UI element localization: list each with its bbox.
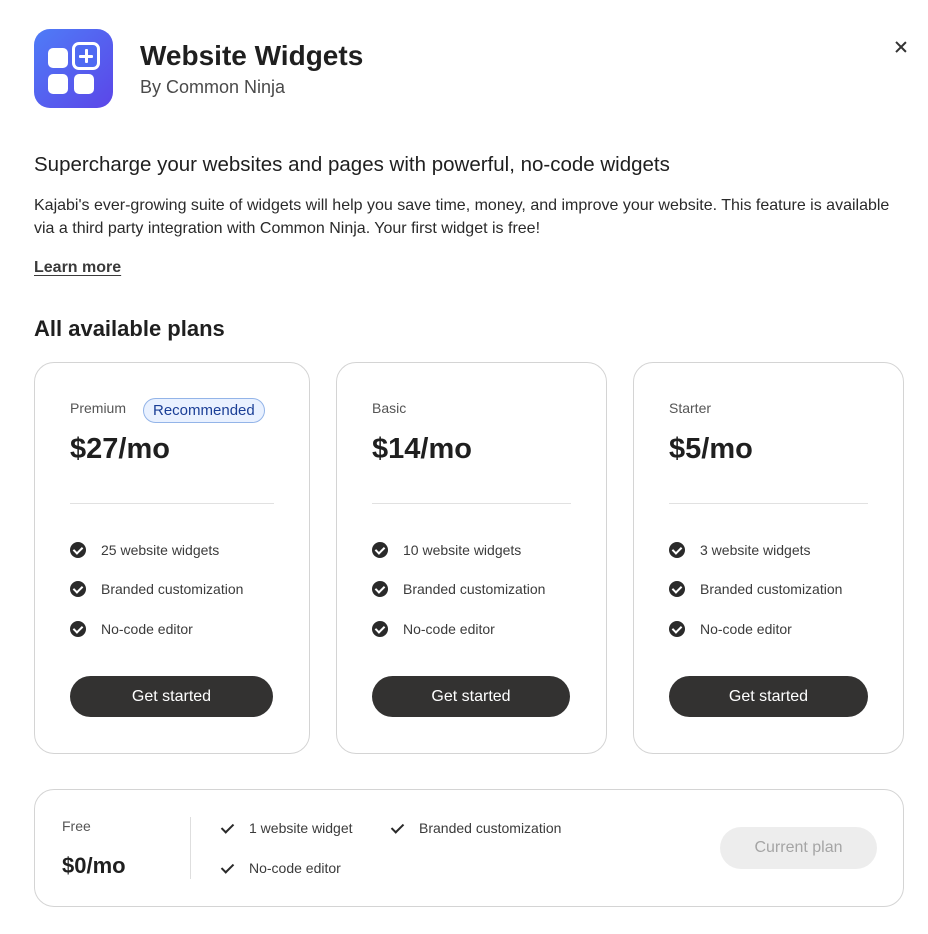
intro-description: Kajabi's ever-growing suite of widgets w… [34,197,890,237]
feature-item: 1 website widget [220,820,353,836]
feature-item: 25 website widgets [70,542,219,558]
feature-label: No-code editor [700,621,792,637]
feature-label: 3 website widgets [700,542,811,558]
recommended-badge: Recommended [143,398,265,423]
get-started-button-premium[interactable]: Get started [70,676,273,717]
check-circle-icon [669,542,685,558]
plan-price: $14/mo [372,433,472,465]
feature-item: Branded customization [70,581,243,597]
feature-label: No-code editor [403,621,495,637]
divider [190,817,191,879]
check-circle-icon [70,621,86,637]
intro-headline: Supercharge your websites and pages with… [34,153,670,176]
get-started-button-starter[interactable]: Get started [669,676,868,717]
feature-label: Branded customization [101,581,244,597]
check-icon [220,861,234,875]
check-circle-icon [372,581,388,597]
app-title: Website Widgets [140,40,364,71]
feature-label: 10 website widgets [403,542,522,558]
feature-item: Branded customization [372,581,545,597]
feature-item: 3 website widgets [669,542,811,558]
feature-label: 1 website widget [249,820,353,836]
check-icon [220,821,234,835]
feature-label: No-code editor [249,860,341,876]
feature-item: 10 website widgets [372,542,521,558]
plan-card-basic: Basic $14/mo 10 website widgets Branded … [336,362,607,754]
feature-item: No-code editor [669,621,792,637]
close-icon[interactable] [890,36,912,58]
feature-label: 25 website widgets [101,542,220,558]
widgets-grid-icon [34,29,113,108]
feature-label: No-code editor [101,621,193,637]
check-circle-icon [70,542,86,558]
feature-item: No-code editor [70,621,193,637]
plan-tier: Starter [669,400,712,416]
plan-price: $0/mo [62,853,126,878]
check-icon [390,821,404,835]
plan-card-premium: Premium Recommended $27/mo 25 website wi… [34,362,310,754]
divider [372,503,571,504]
feature-item: No-code editor [372,621,495,637]
feature-item: No-code editor [220,860,341,876]
divider [669,503,868,504]
current-plan-button[interactable]: Current plan [720,827,877,869]
app-author: By Common Ninja [140,77,286,97]
check-circle-icon [669,621,685,637]
check-circle-icon [669,581,685,597]
divider [70,503,274,504]
plan-card-starter: Starter $5/mo 3 website widgets Branded … [633,362,904,754]
check-circle-icon [70,581,86,597]
feature-item: Branded customization [669,581,842,597]
plan-card-free: Free $0/mo 1 website widget Branded cust… [34,789,904,907]
plan-tier: Basic [372,400,407,416]
get-started-button-basic[interactable]: Get started [372,676,570,717]
check-circle-icon [372,621,388,637]
feature-label: Branded customization [419,820,562,836]
plan-price: $5/mo [669,433,753,465]
learn-more-link[interactable]: Learn more [34,259,121,277]
plan-tier: Premium [70,400,127,416]
check-circle-icon [372,542,388,558]
plan-price: $27/mo [70,433,170,465]
plans-heading: All available plans [34,316,225,341]
plan-tier: Free [62,818,91,834]
feature-label: Branded customization [403,581,546,597]
feature-item: Branded customization [390,820,561,836]
feature-label: Branded customization [700,581,843,597]
